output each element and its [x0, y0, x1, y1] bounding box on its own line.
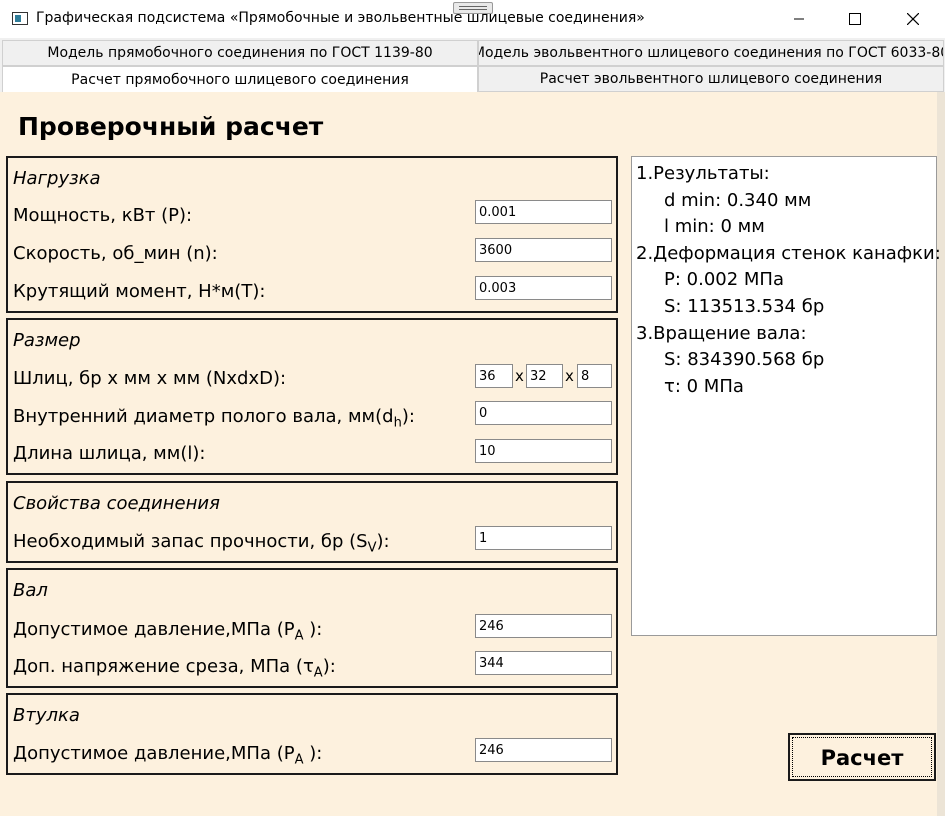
resize-grip-icon[interactable] [453, 2, 493, 14]
results-heading: 1.Результаты: [636, 163, 770, 184]
shaft-pressure-label: Допустимое давление,МПа (PA ): [13, 619, 323, 644]
spline-d-input[interactable] [526, 364, 563, 388]
inner-diameter-input[interactable] [475, 401, 612, 425]
shear-stress-label: Доп. напряжение среза, МПа (τA): [13, 656, 336, 681]
power-label: Мощность, кВт (P): [13, 205, 193, 226]
spline-label: Шлиц, бр x мм x мм (NxdxD): [13, 368, 287, 389]
spline-length-label: Длина шлица, мм(l): [13, 443, 206, 464]
shaft-group: Вал Допустимое давление,МПа (PA ): Доп. … [6, 568, 618, 688]
result-tau: τ: 0 МПа [664, 375, 744, 397]
hub-pressure-label: Допустимое давление,МПа (PA ): [13, 743, 323, 768]
speed-input[interactable] [475, 238, 612, 262]
spline-D-input[interactable] [577, 364, 612, 388]
result-safety-2: S: 834390.568 бр [664, 349, 825, 371]
hub-group: Втулка Допустимое давление,МПа (PA ): [6, 693, 618, 775]
dimension-separator: x [565, 367, 574, 385]
shaft-pressure-input[interactable] [475, 614, 612, 638]
results-panel: 1.Результаты: d min: 0.340 мм l min: 0 м… [631, 156, 941, 636]
app-icon [12, 12, 28, 25]
result-safety-1: S: 113513.534 бр [664, 295, 825, 317]
title-bar: Графическая подсистема «Прямобочные и эв… [0, 0, 945, 38]
tab-model-straight[interactable]: Модель прямобочного соединения по ГОСТ 1… [2, 40, 478, 66]
torque-input[interactable] [475, 276, 612, 300]
result-dmin: d min: 0.340 мм [664, 189, 812, 211]
spline-length-input[interactable] [475, 439, 612, 463]
size-group: Размер Шлиц, бр x мм x мм (NxdxD): x x В… [6, 318, 618, 475]
group-title: Нагрузка [13, 168, 101, 189]
close-button[interactable] [890, 0, 936, 38]
tab-label: Расчет эвольвентного шлицевого соединени… [539, 71, 883, 87]
rotation-heading: 3.Вращение вала: [636, 322, 807, 344]
tab-label: Модель прямобочного соединения по ГОСТ 1… [47, 45, 433, 61]
tab-calc-involute[interactable]: Расчет эвольвентного шлицевого соединени… [478, 66, 944, 92]
group-title: Вал [13, 580, 48, 601]
safety-factor-input[interactable] [475, 526, 612, 550]
tab-label: Модель эвольвентного шлицевого соединени… [478, 45, 944, 61]
result-lmin: l min: 0 мм [664, 216, 765, 238]
shear-stress-input[interactable] [475, 651, 612, 675]
group-title: Свойства соединения [13, 493, 220, 514]
dimension-separator: x [515, 367, 524, 385]
result-pressure: P: 0.002 МПа [664, 269, 784, 291]
calculate-label: Расчет [820, 746, 904, 770]
minimize-icon [794, 18, 804, 20]
tab-calc-straight[interactable]: Расчет прямобочного шлицевого соединения [2, 66, 478, 92]
hub-pressure-input[interactable] [475, 738, 612, 762]
safety-factor-label: Необходимый запас прочности, бр (SV): [13, 531, 390, 556]
deformation-heading: 2.Деформация стенок канафки: [636, 242, 941, 264]
group-title: Втулка [13, 705, 80, 726]
tab-strip: Модель прямобочного соединения по ГОСТ 1… [0, 38, 945, 92]
properties-group: Свойства соединения Необходимый запас пр… [6, 481, 618, 563]
minimize-button[interactable] [776, 0, 822, 38]
inner-diameter-label: Внутренний диаметр полого вала, мм(dh): [13, 406, 415, 431]
group-title: Размер [13, 330, 81, 351]
speed-label: Скорость, об_мин (n): [13, 243, 218, 264]
torque-label: Крутящий момент, H*м(T): [13, 281, 266, 302]
power-input[interactable] [475, 200, 612, 224]
load-group: Нагрузка Мощность, кВт (P): Скорость, об… [6, 156, 618, 313]
scroll-edge [937, 92, 945, 816]
calculate-button[interactable]: Расчет [788, 733, 936, 781]
window-title: Графическая подсистема «Прямобочные и эв… [36, 10, 645, 26]
tab-label: Расчет прямобочного шлицевого соединения [71, 71, 409, 88]
close-icon [907, 13, 919, 25]
spline-n-input[interactable] [475, 364, 513, 388]
maximize-icon [849, 13, 861, 25]
tab-model-involute[interactable]: Модель эвольвентного шлицевого соединени… [478, 40, 944, 66]
page-title: Проверочный расчет [18, 112, 324, 141]
maximize-button[interactable] [832, 0, 878, 38]
